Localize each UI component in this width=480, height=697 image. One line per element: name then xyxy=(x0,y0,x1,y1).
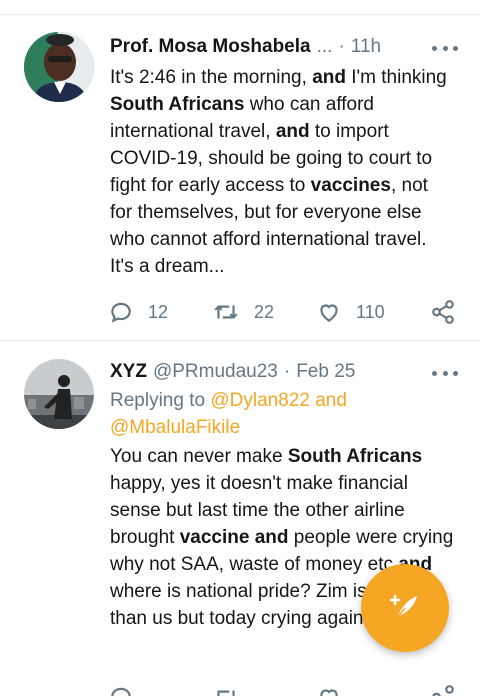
tweet-header: Prof. Mosa Moshabela ... · 11h xyxy=(110,32,434,62)
author-name[interactable]: XYZ xyxy=(110,361,147,383)
compose-button[interactable] xyxy=(361,564,449,652)
tweet-actions: 12 22 110 xyxy=(108,298,458,326)
tweet-text: It's 2:46 in the morning, and I'm thinki… xyxy=(110,67,447,277)
tweet-header: XYZ @PRmudau23 · Feb 25 xyxy=(110,357,434,387)
retweet-button[interactable]: 22 xyxy=(212,298,274,326)
replying-to: Replying to @Dylan822 and @MbalulaFikile xyxy=(110,390,347,438)
retweet-icon xyxy=(214,305,238,319)
timestamp[interactable]: 11h xyxy=(351,36,381,58)
tweet-actions xyxy=(108,684,458,696)
like-count: 110 xyxy=(356,301,385,322)
author-name[interactable]: Prof. Mosa Moshabela xyxy=(110,36,311,58)
more-icon[interactable] xyxy=(432,38,458,58)
like-button[interactable]: 110 xyxy=(316,298,385,326)
author-handle[interactable]: @PRmudau23 xyxy=(153,361,278,383)
compose-icon xyxy=(389,594,417,619)
reply-count: 12 xyxy=(148,301,169,322)
share-icon xyxy=(432,300,454,324)
heart-icon[interactable] xyxy=(316,684,342,696)
avatar[interactable] xyxy=(24,32,94,102)
mention-link[interactable]: @Dylan822 xyxy=(210,390,310,411)
top-bar xyxy=(0,0,480,15)
tweet[interactable]: Prof. Mosa Moshabela ... · 11h It's 2:46… xyxy=(0,14,480,340)
avatar[interactable] xyxy=(24,359,94,429)
heart-icon xyxy=(320,304,338,322)
share-button[interactable] xyxy=(430,298,456,326)
reply-icon[interactable] xyxy=(108,684,134,696)
separator: · xyxy=(338,36,345,57)
timestamp[interactable]: Feb 25 xyxy=(296,361,355,383)
mention-link[interactable]: @MbalulaFikile xyxy=(110,417,240,438)
more-icon[interactable] xyxy=(432,363,458,383)
reply-icon xyxy=(111,302,131,323)
share-icon[interactable] xyxy=(430,684,456,696)
separator: · xyxy=(283,361,291,382)
retweet-icon[interactable] xyxy=(212,684,240,696)
reply-button[interactable]: 12 xyxy=(108,298,168,326)
truncation: ... xyxy=(316,36,333,57)
retweet-count: 22 xyxy=(254,301,275,322)
